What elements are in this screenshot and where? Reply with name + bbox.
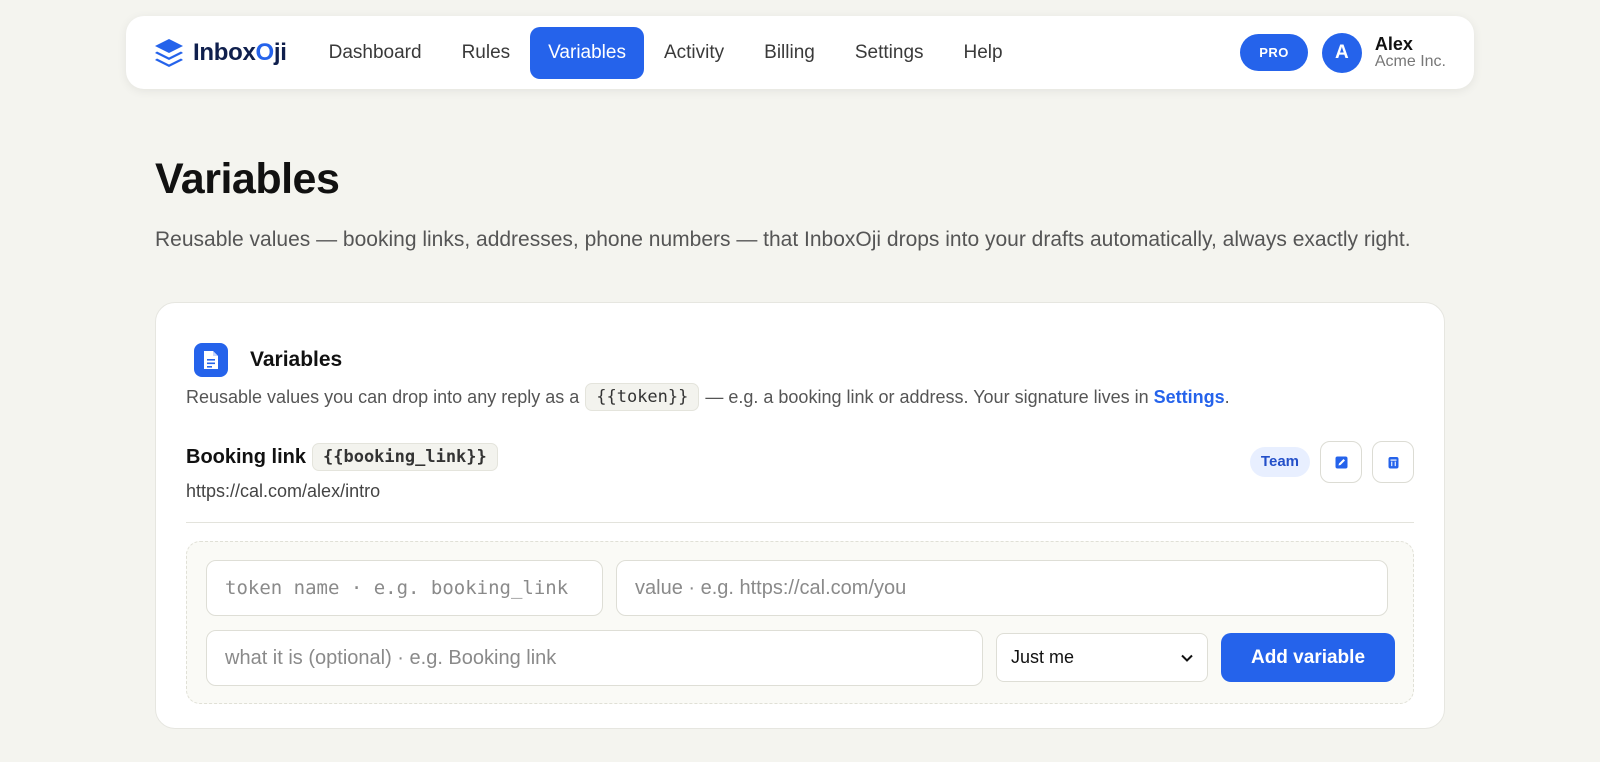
card-title: Variables bbox=[250, 348, 343, 371]
edit-variable-button[interactable] bbox=[1320, 441, 1362, 483]
card-desc-text: Reusable values you can drop into any re… bbox=[186, 386, 580, 407]
app-logo[interactable]: InboxOji bbox=[153, 37, 287, 69]
card-desc-end: . bbox=[1224, 386, 1230, 407]
user-info[interactable]: Alex Acme Inc. bbox=[1374, 33, 1446, 71]
value-input[interactable] bbox=[616, 560, 1388, 616]
avatar[interactable]: A bbox=[1321, 32, 1362, 73]
user-org: Acme Inc. bbox=[1374, 52, 1446, 70]
top-navigation-bar: InboxOji Dashboard Rules Variables Activ… bbox=[126, 16, 1474, 89]
main-nav: Dashboard Rules Variables Activity Billi… bbox=[309, 26, 1023, 79]
card-header: Variables bbox=[194, 343, 342, 377]
page-title: Variables bbox=[155, 155, 340, 203]
variables-card: Variables Reusable values you can drop i… bbox=[155, 302, 1445, 729]
document-icon bbox=[194, 343, 228, 377]
card-description: Reusable values you can drop into any re… bbox=[186, 383, 1230, 411]
delete-variable-button[interactable] bbox=[1372, 441, 1414, 483]
layers-logo-icon bbox=[155, 38, 183, 67]
trash-icon bbox=[1388, 456, 1398, 468]
nav-help[interactable]: Help bbox=[944, 27, 1023, 79]
user-area: PRO A Alex Acme Inc. bbox=[1240, 32, 1446, 73]
edit-icon bbox=[1335, 456, 1347, 468]
scope-select[interactable]: Just me bbox=[996, 633, 1208, 682]
scope-selected-value: Just me bbox=[1011, 647, 1075, 667]
add-variable-button[interactable]: Add variable bbox=[1221, 633, 1395, 682]
token-name-input[interactable] bbox=[206, 560, 603, 616]
nav-dashboard[interactable]: Dashboard bbox=[309, 27, 442, 79]
token-example: {{token}} bbox=[585, 383, 700, 411]
settings-link[interactable]: Settings bbox=[1154, 387, 1225, 408]
variable-actions: Team bbox=[1249, 441, 1414, 483]
card-desc-text-2: — e.g. a booking link or address. Your s… bbox=[705, 386, 1149, 407]
app-name: InboxOji bbox=[193, 38, 287, 66]
variable-token: {{booking_link}} bbox=[312, 443, 498, 471]
page-description: Reusable values — booking links, address… bbox=[155, 228, 1411, 251]
variable-row: Booking link {{booking_link}} https://ca… bbox=[186, 441, 1414, 503]
nav-settings[interactable]: Settings bbox=[835, 27, 944, 79]
chevron-down-icon bbox=[1181, 654, 1193, 662]
user-name: Alex bbox=[1374, 33, 1413, 54]
nav-variables[interactable]: Variables bbox=[530, 26, 644, 79]
add-variable-form: Just me Add variable bbox=[186, 541, 1414, 704]
nav-activity[interactable]: Activity bbox=[644, 27, 744, 79]
nav-rules[interactable]: Rules bbox=[442, 27, 531, 79]
variable-value: https://cal.com/alex/intro bbox=[186, 481, 381, 501]
description-input[interactable] bbox=[206, 630, 983, 686]
nav-billing[interactable]: Billing bbox=[744, 27, 835, 79]
variable-name: Booking link {{booking_link}} bbox=[186, 443, 1414, 471]
plan-badge[interactable]: PRO bbox=[1240, 34, 1308, 71]
divider bbox=[186, 522, 1414, 523]
scope-badge: Team bbox=[1249, 447, 1310, 477]
variable-label: Booking link bbox=[186, 445, 306, 468]
